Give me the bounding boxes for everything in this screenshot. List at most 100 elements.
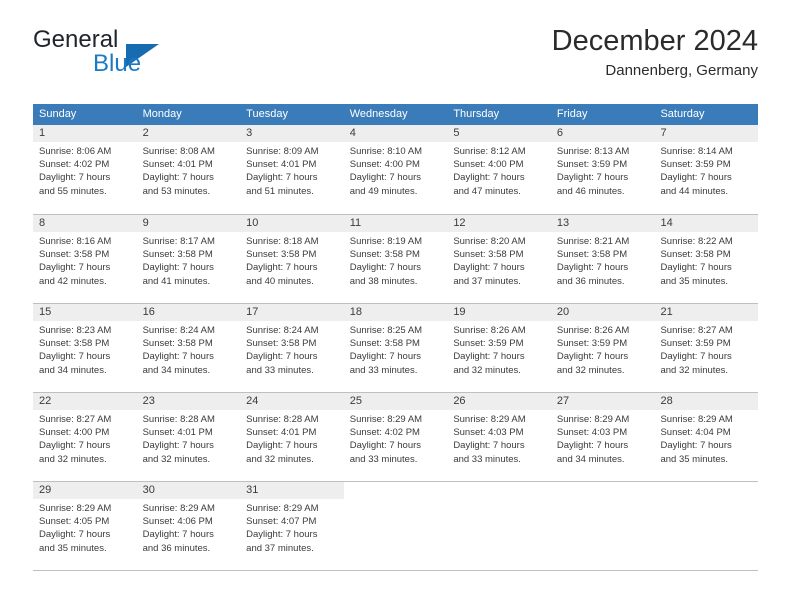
- day-cell[interactable]: 19 Sunrise: 8:26 AM Sunset: 3:59 PM Dayligh…: [447, 304, 551, 392]
- day-cell[interactable]: 25 Sunrise: 8:29 AM Sunset: 4:02 PM Dayligh…: [343, 393, 448, 481]
- daylight-text-line2: and 36 minutes.: [556, 275, 625, 287]
- day-cell[interactable]: 31 Sunrise: 8:29 AM Sunset: 4:07 PM Dayligh…: [240, 482, 344, 570]
- sunset-text: Sunset: 3:58 PM: [142, 338, 213, 350]
- day-details: Sunrise: 8:26 AM Sunset: 3:59 PM Daylight:…: [551, 321, 655, 377]
- day-details: Sunrise: 8:14 AM Sunset: 3:59 PM Daylight:…: [654, 142, 758, 198]
- sunset-text: Sunset: 3:58 PM: [349, 249, 420, 261]
- day-number: 6: [550, 125, 655, 142]
- daylight-text-line2: and 32 minutes.: [660, 364, 729, 376]
- day-cell[interactable]: 8 Sunrise: 8:16 AM Sunset: 3:58 PM Daylight…: [33, 215, 137, 303]
- day-cell[interactable]: 27 Sunrise: 8:29 AM Sunset: 4:03 PM Dayligh…: [550, 393, 655, 481]
- sunset-text: Sunset: 4:00 PM: [453, 159, 524, 171]
- sunset-text: Sunset: 3:58 PM: [660, 249, 731, 261]
- day-details: [447, 499, 551, 502]
- sunset-text: Sunset: 3:59 PM: [660, 338, 731, 350]
- sunrise-text: Sunrise: 8:16 AM: [39, 236, 112, 247]
- day-details: Sunrise: 8:10 AM Sunset: 4:00 PM Daylight:…: [344, 142, 448, 198]
- day-cell[interactable]: 28 Sunrise: 8:29 AM Sunset: 4:04 PM Dayligh…: [654, 393, 759, 481]
- sunset-text: Sunset: 3:59 PM: [660, 159, 731, 171]
- day-details: Sunrise: 8:27 AM Sunset: 3:59 PM Daylight:…: [654, 321, 758, 377]
- daylight-text-line2: and 34 minutes.: [142, 364, 211, 376]
- sunrise-text: Sunrise: 8:12 AM: [453, 146, 526, 157]
- daylight-text-line2: and 32 minutes.: [453, 364, 521, 376]
- day-details: Sunrise: 8:29 AM Sunset: 4:06 PM Daylight:…: [137, 499, 241, 555]
- day-cell[interactable]: 4 Sunrise: 8:10 AM Sunset: 4:00 PM Daylight…: [343, 125, 448, 214]
- day-details: Sunrise: 8:17 AM Sunset: 3:58 PM Daylight:…: [137, 232, 241, 288]
- day-cell[interactable]: 22 Sunrise: 8:27 AM Sunset: 4:00 PM Dayligh…: [33, 393, 137, 481]
- day-cell[interactable]: 13 Sunrise: 8:21 AM Sunset: 3:58 PM Dayligh…: [550, 215, 655, 303]
- general-blue-logo[interactable]: General Blue: [33, 28, 243, 88]
- day-cell[interactable]: 29 Sunrise: 8:29 AM Sunset: 4:05 PM Dayligh…: [33, 482, 137, 570]
- sunrise-text: Sunrise: 8:13 AM: [556, 146, 630, 157]
- calendar-grid: Sunday Monday Tuesday Wednesday Thursday Frid…: [33, 104, 759, 570]
- day-number: 12: [447, 215, 551, 232]
- day-cell[interactable]: 1 Sunrise: 8:06 AM Sunset: 4:02 PM Daylight…: [33, 125, 137, 214]
- day-details: Sunrise: 8:24 AM Sunset: 3:58 PM Daylight:…: [240, 321, 344, 377]
- daylight-text-line2: and 33 minutes.: [349, 364, 418, 376]
- day-cell[interactable]: 11 Sunrise: 8:19 AM Sunset: 3:58 PM Dayligh…: [343, 215, 448, 303]
- day-cell[interactable]: 9 Sunrise: 8:17 AM Sunset: 3:58 PM Daylight…: [136, 215, 241, 303]
- sunset-text: Sunset: 3:59 PM: [556, 338, 628, 350]
- page-subtitle: Dannenberg, Germany: [605, 62, 758, 79]
- day-details: Sunrise: 8:23 AM Sunset: 3:58 PM Daylight:…: [33, 321, 137, 377]
- day-cell[interactable]: 30 Sunrise: 8:29 AM Sunset: 4:06 PM Dayligh…: [136, 482, 241, 570]
- daylight-text-line1: Daylight: 7 hours: [453, 351, 525, 363]
- day-number: 22: [33, 393, 137, 410]
- day-details: Sunrise: 8:22 AM Sunset: 3:58 PM Daylight:…: [654, 232, 758, 288]
- day-cell[interactable]: 17 Sunrise: 8:24 AM Sunset: 3:58 PM Dayligh…: [240, 304, 344, 392]
- weekday-header-thursday: Thursday: [453, 108, 500, 120]
- day-cell[interactable]: 15 Sunrise: 8:23 AM Sunset: 3:58 PM Dayligh…: [33, 304, 137, 392]
- sunset-text: Sunset: 3:58 PM: [142, 249, 213, 261]
- sunset-text: Sunset: 4:03 PM: [453, 427, 524, 439]
- day-cell[interactable]: 16 Sunrise: 8:24 AM Sunset: 3:58 PM Dayligh…: [136, 304, 241, 392]
- day-number: 2: [136, 125, 241, 142]
- day-number: 20: [550, 304, 655, 321]
- daylight-text-line2: and 35 minutes.: [660, 275, 729, 287]
- day-cell[interactable]: 18 Sunrise: 8:25 AM Sunset: 3:58 PM Dayligh…: [343, 304, 448, 392]
- day-cell[interactable]: 10 Sunrise: 8:18 AM Sunset: 3:58 PM Dayligh…: [240, 215, 344, 303]
- day-number: 31: [240, 482, 344, 499]
- page-header: General Blue December 2024 Dannenberg, G…: [33, 25, 758, 94]
- sunset-text: Sunset: 4:06 PM: [142, 516, 213, 528]
- weekday-header-wednesday: Wednesday: [349, 108, 408, 120]
- day-details: Sunrise: 8:29 AM Sunset: 4:07 PM Daylight:…: [240, 499, 344, 555]
- sunrise-text: Sunrise: 8:28 AM: [246, 414, 319, 425]
- sunrise-text: Sunrise: 8:25 AM: [349, 325, 423, 336]
- day-details: Sunrise: 8:25 AM Sunset: 3:58 PM Daylight:…: [344, 321, 448, 377]
- sunset-text: Sunset: 4:03 PM: [556, 427, 628, 439]
- day-details: Sunrise: 8:13 AM Sunset: 3:59 PM Daylight:…: [551, 142, 655, 198]
- daylight-text-line2: and 42 minutes.: [39, 275, 107, 287]
- daylight-text-line2: and 40 minutes.: [246, 275, 314, 287]
- day-cell[interactable]: 14 Sunrise: 8:22 AM Sunset: 3:58 PM Dayligh…: [654, 215, 759, 303]
- sunset-text: Sunset: 4:01 PM: [246, 159, 317, 171]
- day-cell[interactable]: 23 Sunrise: 8:28 AM Sunset: 4:01 PM Dayligh…: [136, 393, 241, 481]
- day-cell[interactable]: 5 Sunrise: 8:12 AM Sunset: 4:00 PM Daylight…: [447, 125, 551, 214]
- day-number: 9: [136, 215, 241, 232]
- day-cell[interactable]: 21 Sunrise: 8:27 AM Sunset: 3:59 PM Dayligh…: [654, 304, 759, 392]
- day-details: Sunrise: 8:28 AM Sunset: 4:01 PM Daylight:…: [240, 410, 344, 466]
- daylight-text-line2: and 35 minutes.: [660, 453, 729, 465]
- day-cell[interactable]: 3 Sunrise: 8:09 AM Sunset: 4:01 PM Daylight…: [240, 125, 344, 214]
- day-details: Sunrise: 8:27 AM Sunset: 4:00 PM Daylight:…: [33, 410, 137, 466]
- day-cell[interactable]: 20 Sunrise: 8:26 AM Sunset: 3:59 PM Dayligh…: [550, 304, 655, 392]
- day-details: [654, 499, 758, 502]
- sunrise-text: Sunrise: 8:27 AM: [660, 325, 733, 336]
- daylight-text-line2: and 51 minutes.: [246, 185, 314, 197]
- day-cell[interactable]: 7 Sunrise: 8:14 AM Sunset: 3:59 PM Daylight…: [654, 125, 759, 214]
- sunset-text: Sunset: 4:00 PM: [349, 159, 420, 171]
- sunrise-text: Sunrise: 8:21 AM: [556, 236, 630, 247]
- day-cell[interactable]: 12 Sunrise: 8:20 AM Sunset: 3:58 PM Dayligh…: [447, 215, 551, 303]
- day-cell-empty: [343, 482, 448, 570]
- day-cell[interactable]: 24 Sunrise: 8:28 AM Sunset: 4:01 PM Dayligh…: [240, 393, 344, 481]
- day-number: 25: [343, 393, 448, 410]
- daylight-text-line1: Daylight: 7 hours: [246, 440, 318, 452]
- sunset-text: Sunset: 4:07 PM: [246, 516, 317, 528]
- sunset-text: Sunset: 3:58 PM: [39, 338, 110, 350]
- day-number: 16: [136, 304, 241, 321]
- sunrise-text: Sunrise: 8:17 AM: [142, 236, 215, 247]
- daylight-text-line1: Daylight: 7 hours: [246, 172, 318, 184]
- daylight-text-line2: and 38 minutes.: [349, 275, 418, 287]
- day-cell[interactable]: 2 Sunrise: 8:08 AM Sunset: 4:01 PM Daylight…: [136, 125, 241, 214]
- day-cell[interactable]: 26 Sunrise: 8:29 AM Sunset: 4:03 PM Dayligh…: [447, 393, 551, 481]
- day-cell[interactable]: 6 Sunrise: 8:13 AM Sunset: 3:59 PM Daylight…: [550, 125, 655, 214]
